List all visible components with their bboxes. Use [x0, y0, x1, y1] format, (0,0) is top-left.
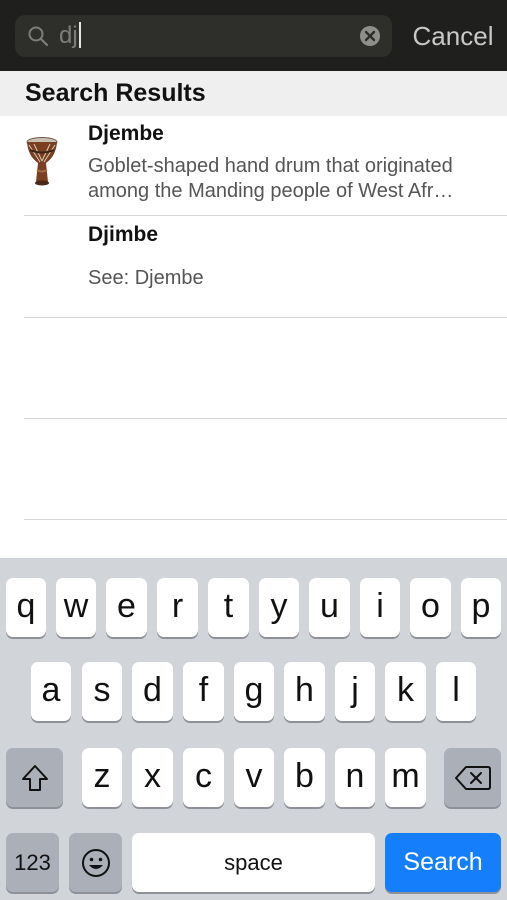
- key-r[interactable]: r: [157, 578, 198, 637]
- space-key[interactable]: space: [132, 833, 375, 892]
- result-title: Djembe: [88, 122, 164, 145]
- on-screen-keyboard: q w e r t y u i o p a s d f g h j k l z …: [0, 558, 507, 900]
- result-description: Goblet-shaped hand drum that originated …: [88, 154, 498, 204]
- key-q[interactable]: q: [6, 578, 46, 637]
- key-t[interactable]: t: [208, 578, 249, 637]
- row-divider: [24, 418, 507, 419]
- row-divider: [24, 317, 507, 318]
- emoji-key[interactable]: [69, 833, 122, 892]
- text-caret: [78, 22, 81, 48]
- key-u[interactable]: u: [309, 578, 350, 637]
- emoji-icon: [81, 848, 110, 877]
- key-f[interactable]: f: [183, 662, 224, 721]
- key-e[interactable]: e: [106, 578, 147, 637]
- key-z[interactable]: z: [82, 748, 122, 807]
- delete-key[interactable]: [444, 748, 501, 807]
- key-h[interactable]: h: [284, 662, 325, 721]
- search-bar: dj Cancel: [0, 0, 507, 71]
- result-title: Djimbe: [88, 223, 159, 246]
- backspace-icon: [454, 765, 491, 790]
- key-m[interactable]: m: [385, 748, 426, 807]
- key-k[interactable]: k: [385, 662, 426, 721]
- result-row-djimbe[interactable]: Djimbe See: Djembe: [0, 217, 507, 317]
- clear-icon[interactable]: [359, 25, 381, 47]
- key-y[interactable]: y: [259, 578, 299, 637]
- djembe-drum-image: [26, 137, 58, 186]
- shift-key[interactable]: [6, 748, 63, 807]
- key-w[interactable]: w: [56, 578, 96, 637]
- search-key[interactable]: Search: [385, 833, 501, 892]
- search-query-text: dj: [59, 22, 81, 50]
- key-s[interactable]: s: [82, 662, 122, 721]
- key-o[interactable]: o: [410, 578, 451, 637]
- search-icon: [28, 26, 49, 47]
- cancel-button[interactable]: Cancel: [405, 16, 501, 56]
- key-a[interactable]: a: [31, 662, 71, 721]
- shift-icon: [21, 764, 48, 791]
- numbers-key[interactable]: 123: [6, 833, 59, 892]
- key-b[interactable]: b: [284, 748, 325, 807]
- row-divider: [24, 519, 507, 520]
- key-i[interactable]: i: [360, 578, 400, 637]
- key-c[interactable]: c: [183, 748, 224, 807]
- row-divider: [24, 215, 507, 216]
- result-description-line: among the Manding people of West Afr…: [88, 180, 454, 202]
- key-n[interactable]: n: [335, 748, 375, 807]
- result-description-line: Goblet-shaped hand drum that originated: [88, 155, 453, 177]
- result-see-also: See: Djembe: [88, 267, 204, 289]
- key-l[interactable]: l: [436, 662, 476, 721]
- section-title: Search Results: [25, 79, 206, 107]
- result-row-djembe[interactable]: Djembe Goblet-shaped hand drum that orig…: [0, 116, 507, 216]
- key-d[interactable]: d: [132, 662, 173, 721]
- key-x[interactable]: x: [132, 748, 173, 807]
- key-p[interactable]: p: [461, 578, 501, 637]
- search-input[interactable]: dj: [15, 15, 392, 57]
- results-section-header: Search Results: [0, 71, 507, 116]
- key-v[interactable]: v: [234, 748, 274, 807]
- key-j[interactable]: j: [335, 662, 375, 721]
- key-g[interactable]: g: [234, 662, 274, 721]
